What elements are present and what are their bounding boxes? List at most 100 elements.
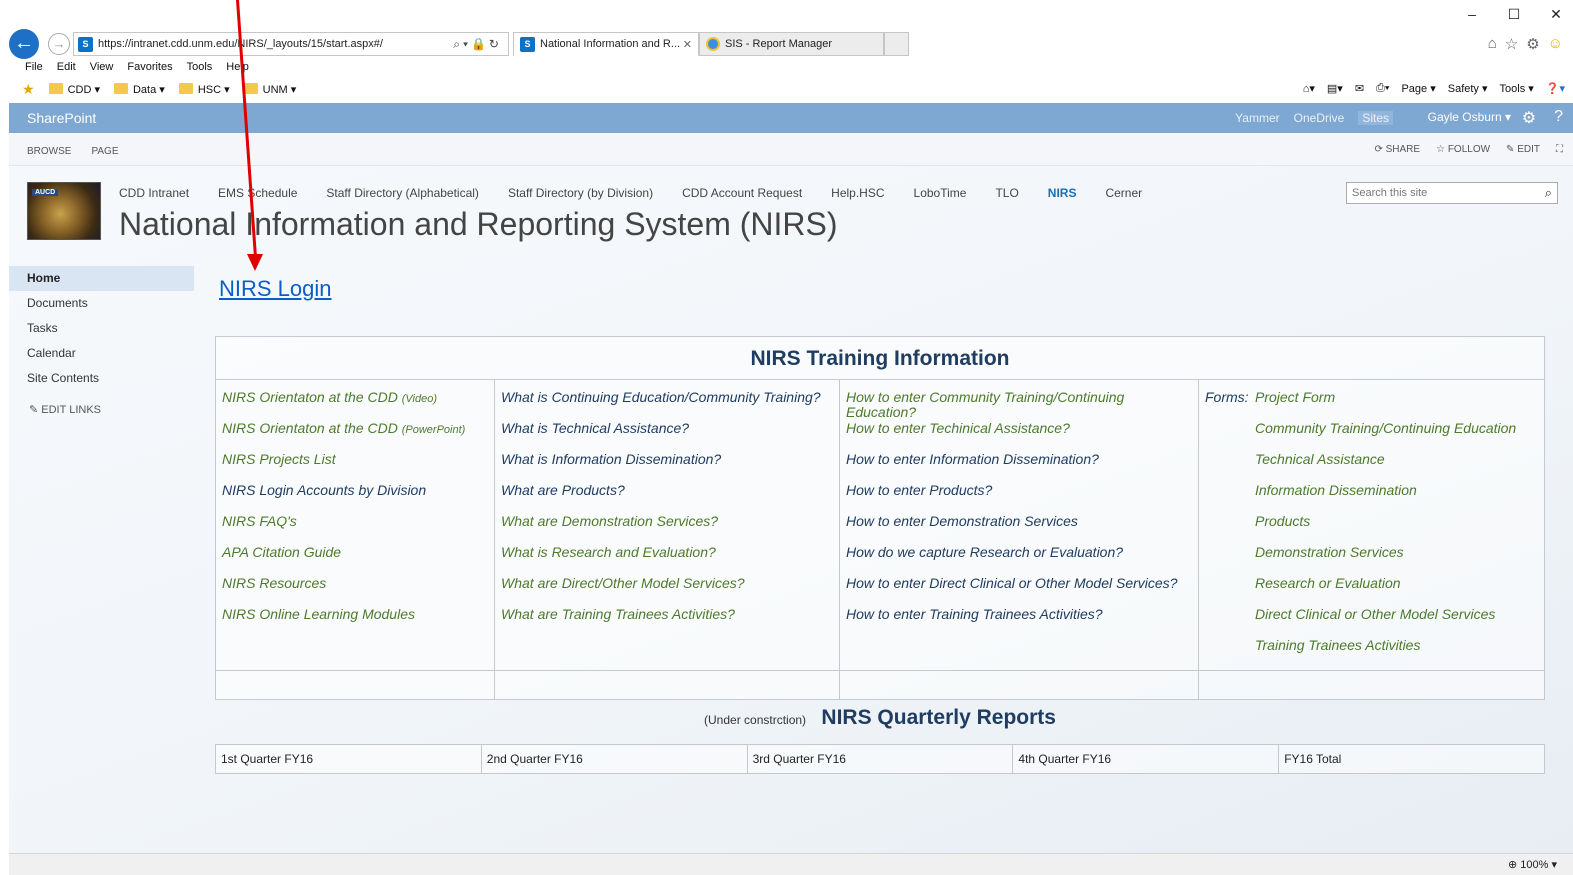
link-form-products[interactable]: Products bbox=[1199, 514, 1544, 545]
link-form-trainees[interactable]: Training Trainees Activities bbox=[1199, 638, 1544, 669]
share-button[interactable]: ⟳ SHARE bbox=[1374, 144, 1420, 155]
minimize-icon[interactable]: – bbox=[1465, 6, 1479, 23]
topnav-cerner[interactable]: Cerner bbox=[1105, 186, 1142, 200]
maximize-icon[interactable]: ☐ bbox=[1507, 6, 1521, 23]
back-arrow-icon[interactable]: ← bbox=[9, 29, 39, 59]
browser-tab-sis[interactable]: SIS - Report Manager bbox=[699, 32, 884, 56]
link-what-direct[interactable]: What are Direct/Other Model Services? bbox=[495, 576, 839, 607]
home-icon[interactable]: ⌂▾ bbox=[1303, 82, 1315, 95]
edit-links-button[interactable]: ✎ EDIT LINKS bbox=[9, 403, 194, 416]
link-form-demo[interactable]: Demonstration Services bbox=[1199, 545, 1544, 576]
suite-link-sites[interactable]: Sites bbox=[1358, 111, 1393, 125]
quicklaunch-documents[interactable]: Documents bbox=[9, 291, 194, 316]
link-form-direct[interactable]: Direct Clinical or Other Model Services bbox=[1199, 607, 1544, 638]
address-tools-icon[interactable]: ⌕▾🔒↻ bbox=[453, 37, 502, 52]
address-bar[interactable]: S https://intranet.cdd.unm.edu/NIRS/_lay… bbox=[73, 32, 509, 56]
quicklaunch-site-contents[interactable]: Site Contents bbox=[9, 366, 194, 391]
topnav-staff-directory-alpha[interactable]: Staff Directory (Alphabetical) bbox=[326, 186, 479, 200]
link-how-ta[interactable]: How to enter Techinical Assistance? bbox=[840, 421, 1198, 452]
link-how-demo[interactable]: How to enter Demonstration Services bbox=[840, 514, 1198, 545]
link-projects-list[interactable]: NIRS Projects List bbox=[216, 452, 494, 483]
tab-browse[interactable]: BROWSE bbox=[27, 146, 71, 157]
link-faqs[interactable]: NIRS FAQ's bbox=[216, 514, 494, 545]
quicklaunch-tasks[interactable]: Tasks bbox=[9, 316, 194, 341]
link-form-project[interactable]: Project Form bbox=[1255, 389, 1335, 405]
focus-mode-icon[interactable]: ⛶ bbox=[1556, 144, 1563, 155]
search-input[interactable]: Search this site ⌕ bbox=[1346, 182, 1558, 204]
topnav-cdd-intranet[interactable]: CDD Intranet bbox=[119, 186, 189, 200]
link-how-trainees[interactable]: How to enter Training Trainees Activitie… bbox=[840, 607, 1198, 638]
topnav-tlo[interactable]: TLO bbox=[995, 186, 1018, 200]
settings-gear-icon[interactable]: ⚙ bbox=[1526, 35, 1539, 53]
link-how-ce[interactable]: How to enter Community Training/Continui… bbox=[840, 390, 1198, 421]
link-what-ta[interactable]: What is Technical Assistance? bbox=[495, 421, 839, 452]
link-form-research[interactable]: Research or Evaluation bbox=[1199, 576, 1544, 607]
favorites-star-icon[interactable]: ★ bbox=[22, 81, 35, 98]
fav-folder-data[interactable]: Data ▾ bbox=[113, 83, 165, 96]
follow-button[interactable]: ☆ FOLLOW bbox=[1436, 144, 1490, 155]
nirs-login-link[interactable]: NIRS Login bbox=[219, 276, 332, 302]
fav-folder-unm[interactable]: UNM ▾ bbox=[243, 83, 296, 96]
edit-button[interactable]: ✎ EDIT bbox=[1506, 144, 1540, 155]
link-orientation-powerpoint[interactable]: NIRS Orientaton at the CDD (PowerPoint) bbox=[216, 421, 494, 452]
search-icon[interactable]: ⌕ bbox=[1545, 185, 1552, 201]
close-window-icon[interactable]: ✕ bbox=[1549, 6, 1563, 23]
quicklaunch-calendar[interactable]: Calendar bbox=[9, 341, 194, 366]
link-what-ce[interactable]: What is Continuing Education/Community T… bbox=[495, 390, 839, 421]
link-how-research[interactable]: How do we capture Research or Evaluation… bbox=[840, 545, 1198, 576]
cmd-tools[interactable]: Tools ▾ bbox=[1500, 82, 1534, 95]
feeds-icon[interactable]: ▤▾ bbox=[1327, 82, 1343, 95]
link-form-ta[interactable]: Technical Assistance bbox=[1199, 452, 1544, 483]
menu-file[interactable]: File bbox=[25, 61, 43, 73]
forward-arrow-icon[interactable]: → bbox=[48, 33, 70, 55]
help-icon[interactable]: ❓▾ bbox=[1546, 82, 1565, 95]
user-menu[interactable]: Gayle Osburn ▾ bbox=[1428, 110, 1511, 124]
link-learning-modules[interactable]: NIRS Online Learning Modules bbox=[216, 607, 494, 638]
link-how-direct[interactable]: How to enter Direct Clinical or Other Mo… bbox=[840, 576, 1198, 607]
link-orientation-video[interactable]: NIRS Orientaton at the CDD (Video) bbox=[216, 390, 494, 421]
smiley-icon[interactable]: ☺ bbox=[1548, 35, 1563, 53]
site-logo[interactable]: AUCD bbox=[27, 182, 101, 240]
link-what-products[interactable]: What are Products? bbox=[495, 483, 839, 514]
tab-page[interactable]: PAGE bbox=[91, 146, 118, 157]
menu-help[interactable]: Help bbox=[226, 61, 249, 73]
menu-tools[interactable]: Tools bbox=[187, 61, 213, 73]
topnav-ems-schedule[interactable]: EMS Schedule bbox=[218, 186, 297, 200]
menu-favorites[interactable]: Favorites bbox=[127, 61, 172, 73]
close-tab-icon[interactable]: ✕ bbox=[683, 38, 692, 51]
browser-tab-nirs[interactable]: S National Information and R... ✕ bbox=[513, 32, 699, 56]
link-what-demo[interactable]: What are Demonstration Services? bbox=[495, 514, 839, 545]
sharepoint-brand[interactable]: SharePoint bbox=[27, 110, 96, 126]
quicklaunch-home[interactable]: Home bbox=[9, 266, 194, 291]
menu-edit[interactable]: Edit bbox=[57, 61, 76, 73]
cmd-page[interactable]: Page ▾ bbox=[1401, 82, 1435, 95]
suite-link-onedrive[interactable]: OneDrive bbox=[1294, 111, 1345, 125]
link-login-accounts[interactable]: NIRS Login Accounts by Division bbox=[216, 483, 494, 514]
link-form-ce[interactable]: Community Training/Continuing Education bbox=[1199, 421, 1544, 452]
help-icon[interactable]: ? bbox=[1554, 108, 1563, 128]
suite-link-yammer[interactable]: Yammer bbox=[1235, 111, 1279, 125]
cmd-safety[interactable]: Safety ▾ bbox=[1448, 82, 1488, 95]
topnav-help-hsc[interactable]: Help.HSC bbox=[831, 186, 884, 200]
link-form-id[interactable]: Information Dissemination bbox=[1199, 483, 1544, 514]
mail-icon[interactable]: ✉ bbox=[1355, 82, 1364, 95]
settings-gear-icon[interactable]: ⚙ bbox=[1522, 108, 1536, 128]
favorites-star-icon[interactable]: ☆ bbox=[1505, 35, 1518, 53]
link-how-products[interactable]: How to enter Products? bbox=[840, 483, 1198, 514]
fav-folder-hsc[interactable]: HSC ▾ bbox=[178, 83, 230, 96]
link-apa-guide[interactable]: APA Citation Guide bbox=[216, 545, 494, 576]
fav-folder-cdd[interactable]: CDD ▾ bbox=[48, 83, 100, 96]
new-tab-button[interactable] bbox=[884, 32, 909, 56]
print-icon[interactable]: ⎙▾ bbox=[1376, 82, 1389, 95]
link-how-id[interactable]: How to enter Information Dissemination? bbox=[840, 452, 1198, 483]
menu-view[interactable]: View bbox=[90, 61, 114, 73]
link-what-id[interactable]: What is Information Dissemination? bbox=[495, 452, 839, 483]
link-resources[interactable]: NIRS Resources bbox=[216, 576, 494, 607]
topnav-nirs[interactable]: NIRS bbox=[1048, 186, 1077, 200]
zoom-control[interactable]: ⊕ 100% ▾ bbox=[1508, 858, 1557, 871]
topnav-staff-directory-division[interactable]: Staff Directory (by Division) bbox=[508, 186, 653, 200]
topnav-lobotime[interactable]: LoboTime bbox=[914, 186, 967, 200]
home-icon[interactable]: ⌂ bbox=[1488, 35, 1497, 53]
topnav-cdd-account-request[interactable]: CDD Account Request bbox=[682, 186, 802, 200]
link-what-trainees[interactable]: What are Training Trainees Activities? bbox=[495, 607, 839, 638]
